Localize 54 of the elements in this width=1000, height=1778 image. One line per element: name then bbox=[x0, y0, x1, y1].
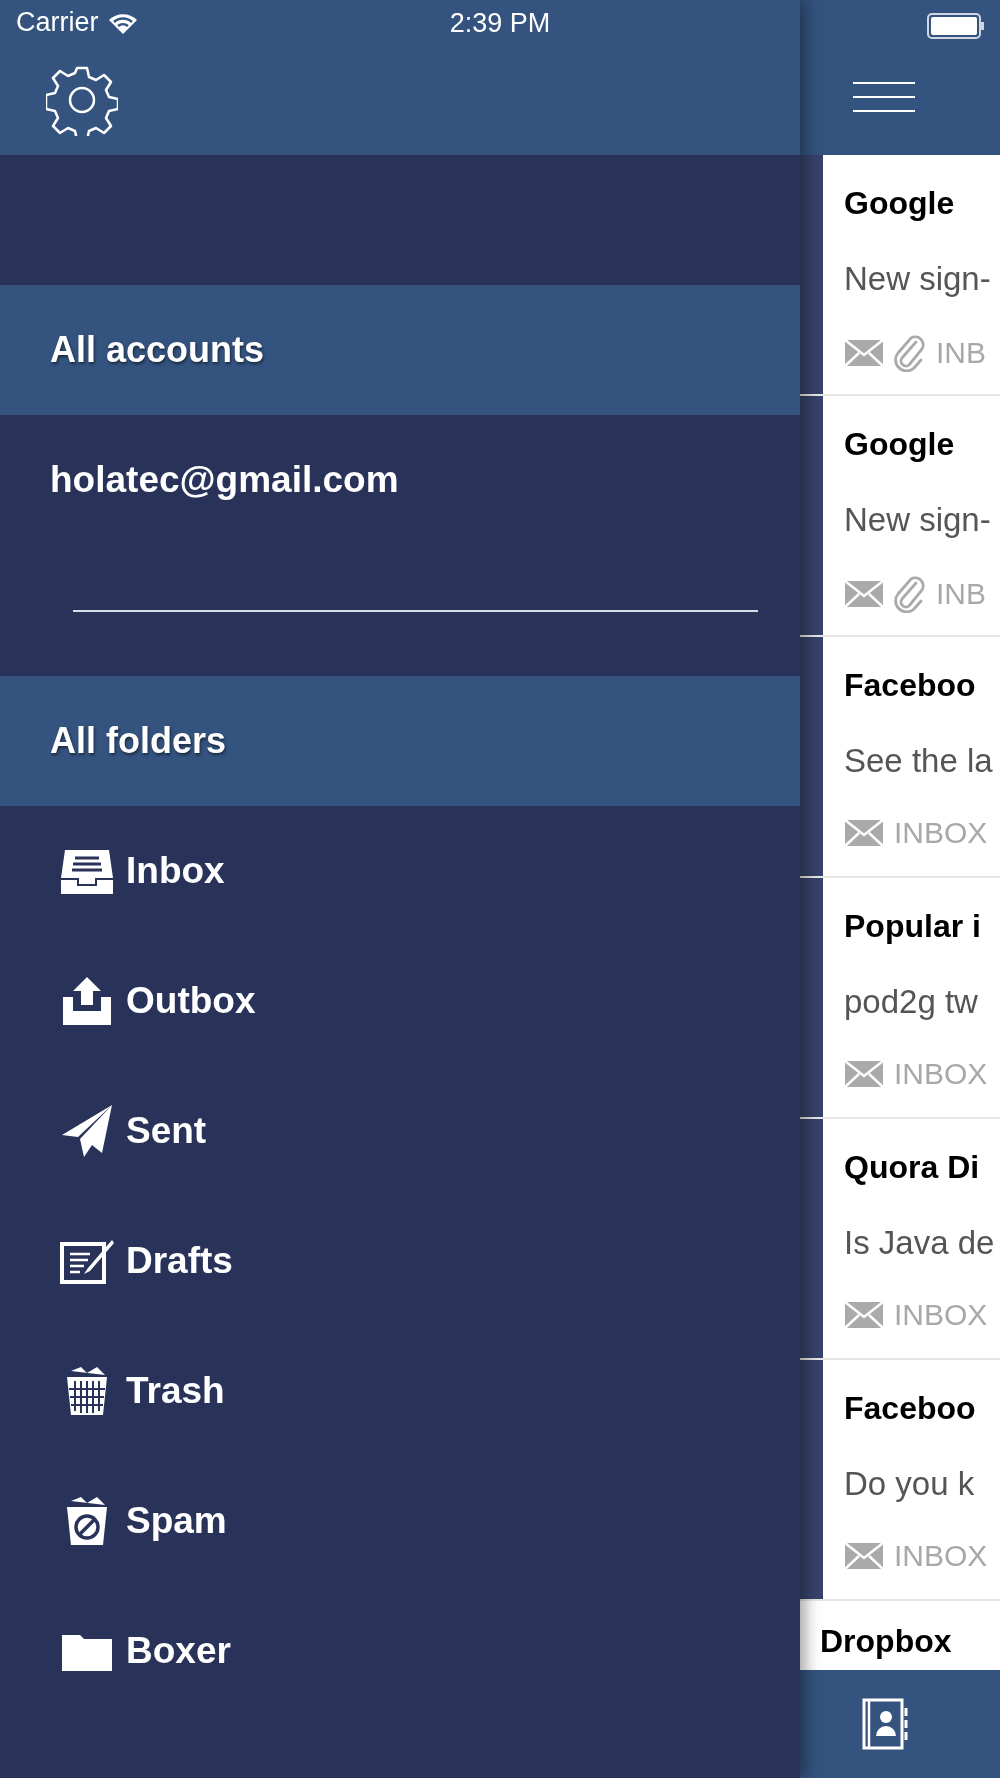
envelope-icon bbox=[844, 1301, 884, 1329]
folder-item[interactable]: Drafts bbox=[126, 1240, 233, 1282]
settings-icon[interactable] bbox=[46, 64, 118, 136]
folder-tag: INBOX bbox=[894, 816, 988, 850]
message-card[interactable]: Quora Di Is Java de INBOX bbox=[823, 1119, 1000, 1358]
sender-name: Google bbox=[844, 185, 955, 222]
message-preview: New sign- bbox=[844, 501, 991, 539]
message-card[interactable]: Popular i pod2g tw INBOX bbox=[823, 878, 1000, 1117]
folder-item[interactable]: Trash bbox=[126, 1370, 225, 1412]
battery-icon bbox=[927, 13, 985, 39]
envelope-icon bbox=[844, 580, 884, 608]
inbox-tray-icon bbox=[59, 848, 115, 894]
message-card[interactable]: Dropbox bbox=[800, 1601, 1000, 1660]
sender-name: Google bbox=[844, 426, 955, 463]
message-preview: New sign- bbox=[844, 260, 991, 298]
account-email[interactable]: holatec@gmail.com bbox=[0, 415, 800, 545]
accounts-header[interactable]: All accounts bbox=[0, 285, 800, 415]
envelope-icon bbox=[844, 339, 884, 367]
envelope-icon bbox=[844, 819, 884, 847]
carrier-label: Carrier bbox=[16, 7, 99, 38]
sender-name: Dropbox bbox=[820, 1623, 952, 1660]
envelope-icon bbox=[844, 1060, 884, 1088]
outbox-tray-icon bbox=[61, 977, 113, 1025]
sender-name: Quora Di bbox=[844, 1149, 980, 1186]
folder-tag: INBOX bbox=[894, 1057, 988, 1091]
folders-header[interactable]: All folders bbox=[0, 676, 800, 806]
folder-tag: INB bbox=[936, 577, 986, 611]
paper-plane-icon bbox=[62, 1105, 112, 1157]
folder-tag: INB bbox=[936, 336, 986, 370]
clock-time: 2:39 PM bbox=[449, 8, 551, 38]
message-card[interactable]: Google New sign- INB bbox=[823, 155, 1000, 394]
message-card[interactable]: Faceboo See the la INBOX bbox=[823, 637, 1000, 876]
message-preview: Do you k bbox=[844, 1465, 975, 1503]
menu-icon[interactable] bbox=[853, 82, 915, 112]
sender-name: Popular i bbox=[844, 908, 981, 945]
folder-item[interactable]: Sent bbox=[126, 1110, 207, 1152]
folder-tag: INBOX bbox=[894, 1539, 988, 1573]
message-preview: pod2g tw bbox=[844, 983, 978, 1021]
folder-item[interactable]: Outbox bbox=[126, 980, 256, 1022]
message-preview: See the la bbox=[844, 742, 993, 780]
edit-note-icon bbox=[60, 1238, 114, 1284]
wastebasket-icon bbox=[65, 1365, 109, 1417]
message-preview: Is Java de bbox=[844, 1224, 995, 1262]
folder-tag: INBOX bbox=[894, 1298, 988, 1332]
wifi-icon bbox=[108, 11, 137, 34]
sender-name: Faceboo bbox=[844, 667, 976, 704]
spam-bin-icon bbox=[65, 1495, 109, 1547]
envelope-icon bbox=[844, 1542, 884, 1570]
folder-item[interactable]: Spam bbox=[126, 1500, 227, 1542]
folder-item[interactable]: Boxer bbox=[126, 1630, 231, 1672]
message-card[interactable]: Google New sign- INB bbox=[823, 396, 1000, 635]
message-card[interactable]: Faceboo Do you k INBOX bbox=[823, 1360, 1000, 1599]
folder-item[interactable]: Inbox bbox=[126, 850, 225, 892]
sender-name: Faceboo bbox=[844, 1390, 976, 1427]
